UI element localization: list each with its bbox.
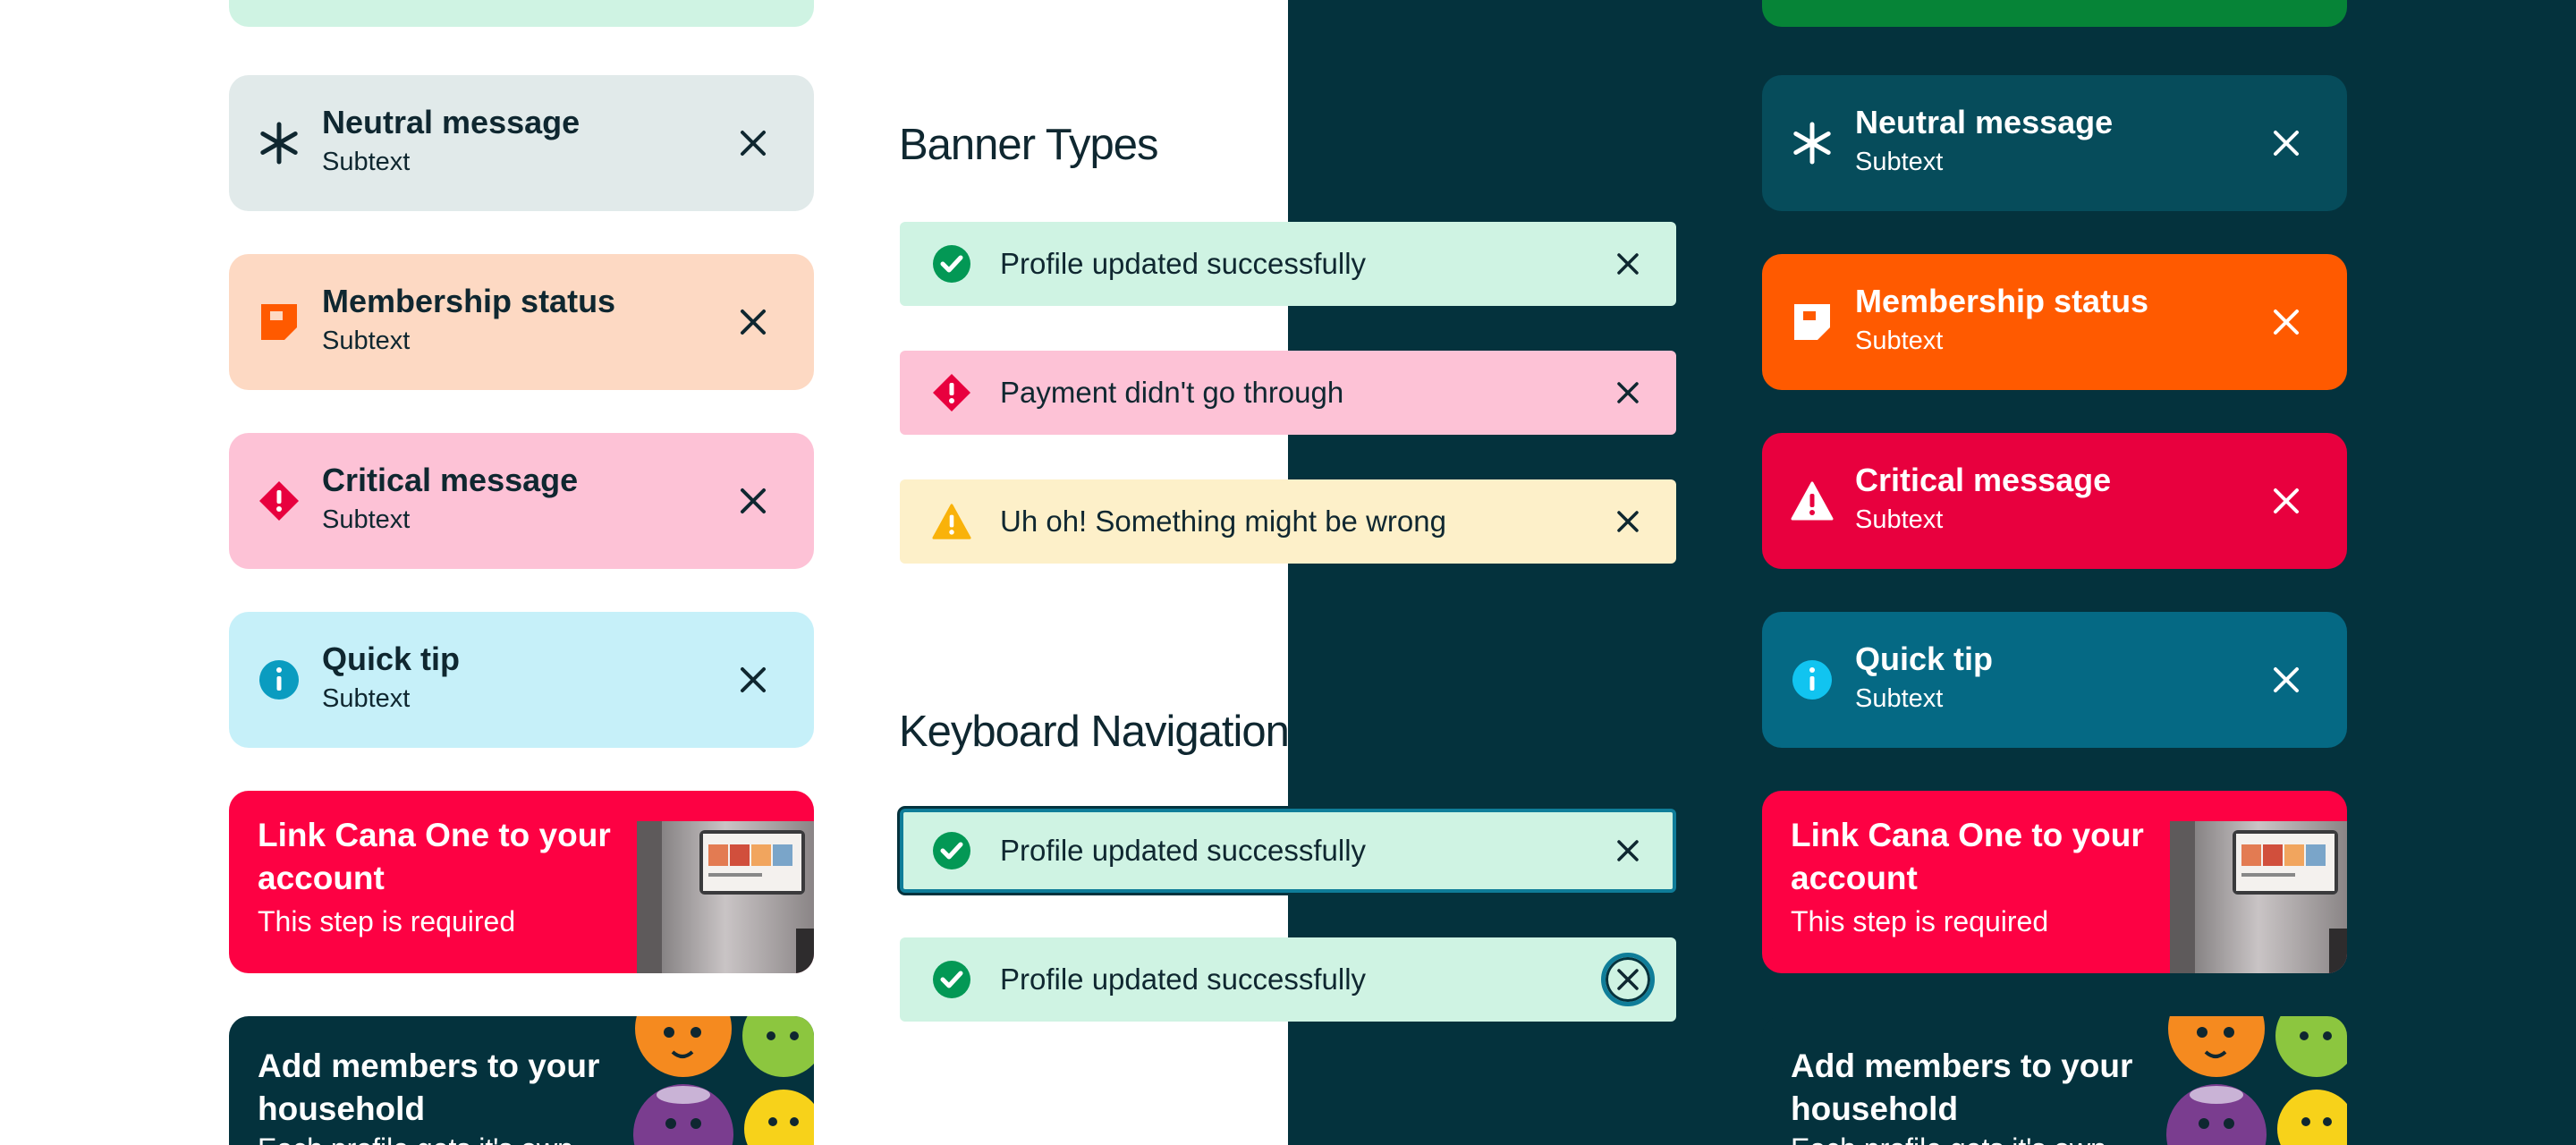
success-card-partial: [229, 0, 814, 27]
close-icon[interactable]: [1606, 242, 1649, 285]
card-subtext: Subtext: [1855, 684, 1944, 713]
critical-card: Critical message Subtext: [1762, 433, 2347, 569]
card-title: Neutral message: [322, 104, 580, 140]
tip-card: Quick tip Subtext: [229, 612, 814, 748]
link-device-promo[interactable]: Link Cana One to your account This step …: [229, 791, 814, 973]
card-subtext: Subtext: [322, 684, 411, 713]
promo-subtext: This step is required: [1791, 905, 2049, 937]
neutral-card: Neutral message Subtext: [1762, 75, 2347, 211]
promo-title: Add members to your household: [1791, 1047, 2133, 1127]
fruit-illustration: [633, 1016, 814, 1145]
card-subtext: Subtext: [322, 148, 411, 176]
success-card-partial: [1762, 0, 2347, 27]
card-title: Quick tip: [322, 640, 461, 677]
info-icon: [258, 658, 301, 701]
warning-triangle-icon: [932, 502, 971, 541]
promo-subtext: Each profile gets it's own: [258, 1131, 573, 1145]
close-icon[interactable]: [726, 116, 780, 170]
snowflake-icon: [1791, 122, 1834, 165]
neutral-card: Neutral message Subtext: [229, 75, 814, 211]
info-icon: [1791, 658, 1834, 701]
error-banner: Payment didn't go through: [900, 351, 1676, 435]
check-circle-icon: [932, 960, 971, 999]
card-title: Critical message: [322, 462, 579, 498]
card-title: Quick tip: [1855, 640, 1994, 677]
critical-card: Critical message Subtext: [229, 433, 814, 569]
card-title: Membership status: [322, 283, 616, 319]
close-icon[interactable]: [2259, 653, 2313, 707]
alert-diamond-icon: [932, 373, 971, 412]
membership-card: Membership status Subtext: [1762, 254, 2347, 390]
check-circle-icon: [932, 244, 971, 284]
card-title: Membership status: [1855, 283, 2149, 319]
card-title: Neutral message: [1855, 104, 2114, 140]
banner-text: Profile updated successfully: [1000, 963, 1367, 996]
close-icon[interactable]: [2259, 474, 2313, 528]
membership-card: Membership status Subtext: [229, 254, 814, 390]
tip-card: Quick tip Subtext: [1762, 612, 2347, 748]
promo-subtext: Each profile gets it's own: [1791, 1131, 2106, 1145]
close-icon[interactable]: [726, 653, 780, 707]
card-subtext: Subtext: [1855, 327, 1944, 355]
device-image: [2170, 821, 2347, 973]
snowflake-icon: [258, 122, 301, 165]
close-icon[interactable]: [1606, 500, 1649, 543]
focused-banner[interactable]: Profile updated successfully: [900, 809, 1676, 893]
banner-text: Profile updated successfully: [1000, 247, 1367, 280]
banner-types-heading: Banner Types: [899, 121, 1158, 169]
fruit-illustration: [2166, 1016, 2347, 1145]
card-title: Critical message: [1855, 462, 2112, 498]
close-icon[interactable]: [1606, 829, 1649, 872]
close-icon[interactable]: [1606, 371, 1649, 414]
link-device-promo[interactable]: Link Cana One to your account This step …: [1762, 791, 2347, 973]
promo-title: Link Cana One to your account: [258, 817, 611, 896]
banner-text: Profile updated successfully: [1000, 834, 1367, 867]
card-subtext: Subtext: [1855, 505, 1944, 534]
warning-banner: Uh oh! Something might be wrong: [900, 479, 1676, 564]
promo-subtext: This step is required: [258, 905, 516, 937]
close-icon[interactable]: [726, 474, 780, 528]
close-icon[interactable]: [726, 295, 780, 349]
promo-title: Link Cana One to your account: [1791, 817, 2144, 896]
focused-close-banner: Profile updated successfully: [900, 937, 1676, 1022]
banner-text: Payment didn't go through: [1000, 376, 1344, 409]
keyboard-navigation-heading: Keyboard Navigation: [899, 708, 1290, 756]
household-promo[interactable]: Add members to your household Each profi…: [229, 1016, 814, 1145]
alert-diamond-icon: [258, 479, 301, 522]
household-promo[interactable]: Add members to your household Each profi…: [1762, 1016, 2347, 1145]
close-icon[interactable]: [2259, 295, 2313, 349]
close-icon[interactable]: [2259, 116, 2313, 170]
bookmark-card-icon: [258, 301, 301, 344]
device-image: [637, 821, 814, 973]
card-subtext: Subtext: [322, 505, 411, 534]
bookmark-card-icon: [1791, 301, 1834, 344]
card-subtext: Subtext: [322, 327, 411, 355]
success-banner: Profile updated successfully: [900, 222, 1676, 306]
card-subtext: Subtext: [1855, 148, 1944, 176]
warning-triangle-icon: [1791, 479, 1834, 522]
close-button-focused[interactable]: [1601, 953, 1655, 1006]
check-circle-icon: [932, 831, 971, 870]
promo-title: Add members to your household: [258, 1047, 600, 1127]
banner-text: Uh oh! Something might be wrong: [1000, 505, 1446, 538]
